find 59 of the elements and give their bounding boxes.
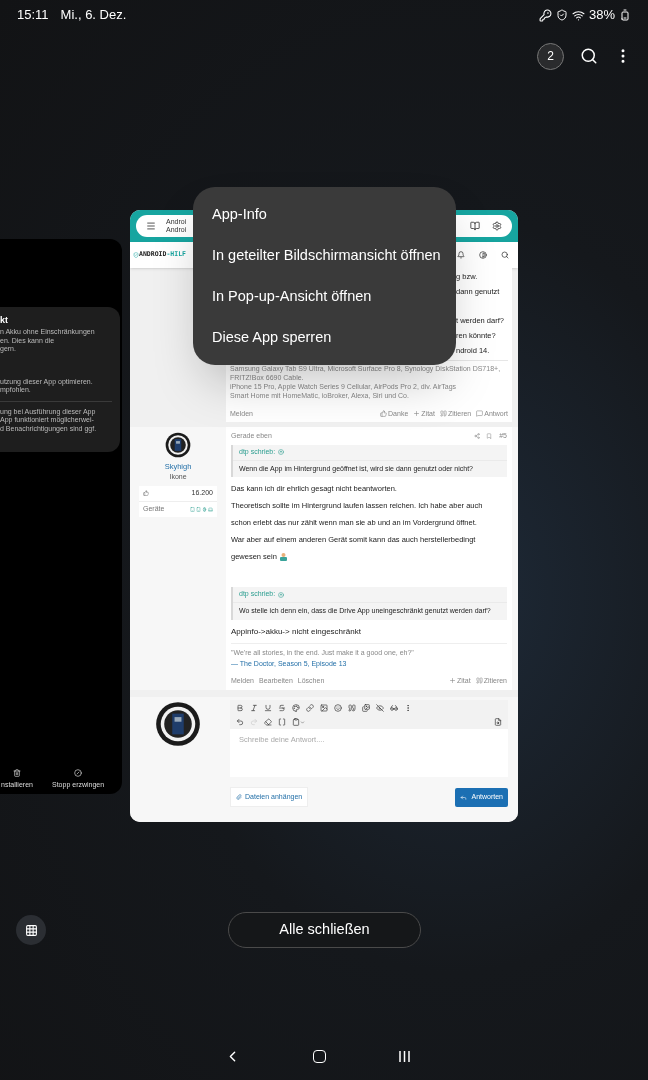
devices-icon	[190, 506, 213, 512]
format-icon[interactable]	[264, 704, 272, 712]
thumbs-up-icon	[380, 410, 388, 418]
reply-icon	[460, 793, 468, 801]
plus-icon	[413, 410, 421, 418]
settings-icon[interactable]	[492, 221, 502, 231]
search-icon[interactable]	[580, 47, 598, 65]
trash-icon	[13, 768, 21, 777]
home-icon[interactable]	[312, 1049, 326, 1063]
thumbs-up-icon	[143, 490, 149, 497]
format-icon[interactable]	[306, 704, 314, 712]
brackets-icon[interactable]	[278, 718, 286, 726]
undo-icon[interactable]	[236, 718, 244, 726]
recents-icon[interactable]	[397, 1049, 411, 1063]
logo-icon	[133, 252, 139, 258]
format-icon[interactable]	[362, 704, 370, 712]
window-count-badge[interactable]: 2	[537, 42, 564, 70]
clipboard-icon[interactable]	[292, 718, 305, 726]
search-icon[interactable]	[501, 251, 509, 259]
avatar	[155, 701, 201, 747]
format-icon[interactable]	[390, 704, 398, 712]
post-text: Appinfo->akku-> nicht eingeschränkt	[231, 625, 362, 638]
emoji-icon	[278, 552, 288, 561]
menu-item[interactable]: In Pop-up-Ansicht öffnen	[193, 276, 456, 317]
format-icon[interactable]	[334, 704, 342, 712]
contrast-icon[interactable]	[479, 251, 487, 259]
clock: 15:11	[17, 6, 49, 25]
menu-item[interactable]: In geteilter Bildschirmansicht öffnen	[193, 235, 456, 276]
format-icon[interactable]	[376, 704, 384, 712]
wifi-icon	[571, 8, 585, 22]
eraser-icon[interactable]	[264, 718, 272, 726]
reader-icon[interactable]	[470, 221, 480, 231]
format-icon[interactable]	[348, 704, 356, 712]
format-icon[interactable]	[292, 704, 300, 712]
format-icon[interactable]	[320, 704, 328, 712]
format-icon[interactable]	[278, 704, 286, 712]
format-icon[interactable]	[236, 704, 244, 712]
stop-icon	[74, 768, 83, 777]
bell-icon[interactable]	[457, 251, 465, 259]
apps-button[interactable]	[16, 915, 46, 945]
date: Mi., 6. Dez.	[60, 6, 127, 25]
grid-icon	[24, 923, 38, 937]
reply-icon	[476, 410, 484, 418]
plus-icon	[449, 677, 457, 685]
menu-icon[interactable]	[146, 221, 156, 231]
format-icon[interactable]	[404, 704, 412, 712]
quote-icon	[475, 677, 483, 685]
paperclip-icon	[236, 794, 242, 800]
quote-icon	[439, 410, 447, 418]
dialog-title: kt	[0, 315, 9, 326]
preview-icon[interactable]	[494, 718, 502, 726]
battery-percent: 38%	[588, 6, 615, 25]
key-icon	[538, 8, 552, 22]
menu-item[interactable]: Diese App sperren	[193, 317, 456, 358]
close-all-button[interactable]: Alle schließen	[228, 912, 421, 948]
battery-icon	[619, 9, 631, 21]
menu-item[interactable]: App-Info	[193, 194, 456, 235]
avatar	[165, 432, 191, 458]
format-icon[interactable]	[250, 704, 258, 712]
